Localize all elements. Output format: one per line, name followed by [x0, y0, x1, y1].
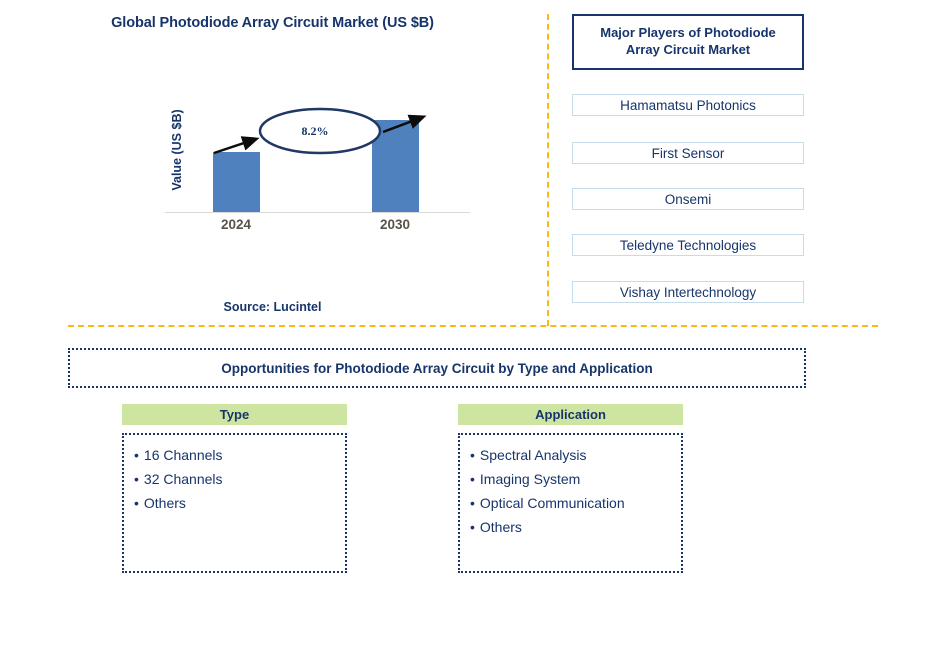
player-label: Onsemi — [664, 191, 712, 207]
vertical-divider — [547, 14, 549, 326]
source-note: Source: Lucintel — [223, 300, 322, 314]
list-item-label: Others — [479, 519, 522, 535]
application-column-header: Application — [458, 404, 683, 425]
cagr-value-label: 8.2% — [301, 124, 329, 138]
player-label: First Sensor — [651, 145, 725, 161]
y-axis-label: Value (US $B) — [170, 109, 184, 191]
list-item-label: Imaging System — [479, 471, 581, 487]
player-item-0[interactable]: Hamamatsu Photonics — [572, 94, 804, 116]
list-item: • Others — [132, 491, 345, 515]
opportunities-title: Opportunities for Photodiode Array Circu… — [221, 360, 653, 376]
list-item-label: 16 Channels — [143, 447, 223, 463]
bar-chart: Value (US $B) 2024 2030 8.2% — [150, 95, 490, 235]
player-item-3[interactable]: Teledyne Technologies — [572, 234, 804, 256]
type-column-header: Type — [122, 404, 347, 425]
x-tick-label-2030: 2030 — [379, 217, 411, 232]
major-players-header: Major Players of Photodiode Array Circui… — [572, 14, 804, 70]
list-item-label: Spectral Analysis — [479, 447, 587, 463]
player-item-1[interactable]: First Sensor — [572, 142, 804, 164]
major-players-header-line2: Array Circuit Market — [625, 42, 751, 57]
player-item-2[interactable]: Onsemi — [572, 188, 804, 210]
bullet-icon: • — [134, 447, 139, 463]
bullet-icon: • — [470, 495, 475, 511]
x-tick-label-2024: 2024 — [220, 217, 252, 232]
bullet-icon: • — [470, 447, 475, 463]
bullet-icon: • — [470, 519, 475, 535]
page-title: Global Photodiode Array Circuit Market (… — [111, 15, 434, 31]
list-item: • 16 Channels — [132, 443, 345, 467]
major-players-header-line1: Major Players of Photodiode — [600, 25, 776, 41]
player-item-4[interactable]: Vishay Intertechnology — [572, 281, 804, 303]
list-item: • Others — [468, 515, 681, 539]
opportunities-title-box: Opportunities for Photodiode Array Circu… — [68, 348, 806, 388]
list-item-label: Others — [143, 495, 186, 511]
player-label: Teledyne Technologies — [619, 237, 757, 253]
x-axis-line — [165, 212, 470, 213]
player-label: Vishay Intertechnology — [619, 284, 757, 300]
list-item: • Imaging System — [468, 467, 681, 491]
bullet-icon: • — [134, 495, 139, 511]
list-item: • Spectral Analysis — [468, 443, 681, 467]
list-item-label: Optical Communication — [479, 495, 625, 511]
list-item: • 32 Channels — [132, 467, 345, 491]
type-column-list: • 16 Channels • 32 Channels • Others — [122, 433, 347, 573]
horizontal-divider — [68, 325, 878, 327]
bullet-icon: • — [470, 471, 475, 487]
list-item: • Optical Communication — [468, 491, 681, 515]
player-label: Hamamatsu Photonics — [620, 97, 756, 113]
bullet-icon: • — [134, 471, 139, 487]
list-item-label: 32 Channels — [143, 471, 223, 487]
application-column-list: • Spectral Analysis • Imaging System • Opti… — [458, 433, 683, 573]
type-column-header-label: Type — [219, 407, 250, 422]
application-column-header-label: Application — [535, 407, 606, 422]
